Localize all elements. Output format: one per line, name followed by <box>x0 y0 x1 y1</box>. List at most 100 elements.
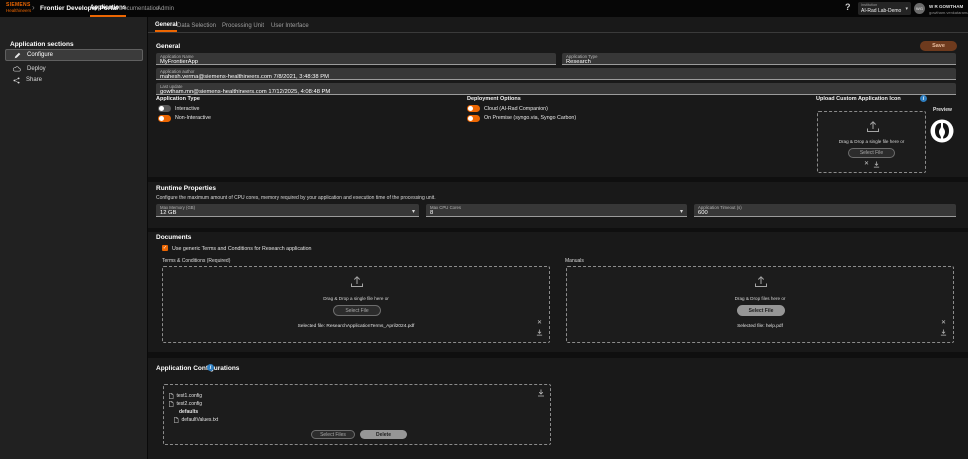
toggle-label: Interactive <box>175 106 199 112</box>
non-interactive-toggle[interactable] <box>158 115 171 122</box>
section-divider <box>148 177 968 182</box>
tab-data-selection[interactable]: Data Selection <box>177 19 216 32</box>
upload-icon <box>754 275 768 288</box>
config-file-row[interactable]: test1.config <box>169 393 202 399</box>
on-premise-toggle[interactable] <box>467 115 480 122</box>
sidebar: Application sections Configure Deploy Sh… <box>0 17 148 459</box>
brand-logo-sub: Healthineers <box>6 8 31 13</box>
tab-general[interactable]: General <box>155 19 177 32</box>
toggle-label: Cloud (AI-Rad Companion) <box>484 106 548 112</box>
application-timeout-field[interactable]: Application Timeout (s) 600 <box>694 204 956 217</box>
config-file-row[interactable]: test2.config <box>169 401 202 407</box>
icon-upload-dropzone[interactable]: Drag & Drop a single file here or Select… <box>817 111 926 173</box>
documents-heading: Documents <box>156 234 191 241</box>
chevron-down-icon: ▾ <box>680 208 683 215</box>
select-file-button[interactable]: Select File <box>333 305 381 316</box>
drag-drop-text: Drag & Drop a single file here or <box>818 139 925 144</box>
drag-drop-text: Drag & Drop files here or <box>567 296 953 301</box>
manuals-label: Manuals <box>565 258 584 264</box>
selected-file-text: Selected file: help.pdf <box>567 324 953 329</box>
sidebar-item-label: Deploy <box>27 66 46 72</box>
pencil-icon <box>14 52 21 59</box>
top-bar: SIEMENS Healthineers › Frontier Develope… <box>0 0 968 17</box>
upload-icon <box>350 275 364 288</box>
manuals-dropzone[interactable]: Drag & Drop files here or Select File Se… <box>566 266 954 343</box>
terms-dropzone[interactable]: Drag & Drop a single file here or Select… <box>162 266 550 343</box>
tab-user-interface[interactable]: User Interface <box>271 19 309 32</box>
upload-icon <box>866 120 880 133</box>
drag-drop-text: Drag & Drop a single file here or <box>163 296 549 301</box>
generic-terms-checkbox[interactable]: ✓ <box>162 245 168 251</box>
field-value: 600 <box>698 210 952 217</box>
share-icon <box>13 77 20 84</box>
remove-file-icon[interactable]: ✕ <box>537 320 542 326</box>
field-value: 12 GB <box>160 210 415 217</box>
generic-terms-label: Use generic Terms and Conditions for Res… <box>172 246 311 252</box>
tab-processing-unit[interactable]: Processing Unit <box>222 19 264 32</box>
sidebar-item-label: Configure <box>27 52 53 58</box>
download-icon[interactable] <box>537 389 545 397</box>
application-name-field[interactable]: Application Name MyFrontierApp <box>156 53 556 65</box>
application-author-field: Application author mahesh.verma@siemens-… <box>156 68 956 80</box>
toggle-label: On Premise (syngo.via, Syngo Carbon) <box>484 115 576 121</box>
save-button[interactable]: Save <box>920 41 957 51</box>
file-icon <box>169 401 174 407</box>
max-memory-select[interactable]: Max Memory (GB) 12 GB ▾ <box>156 204 419 217</box>
selected-file-text: Selected file: ResearchApplicationTerms_… <box>163 324 549 329</box>
info-icon[interactable]: i <box>207 364 214 371</box>
cloud-toggle[interactable] <box>467 105 480 112</box>
toggle-label: Non-Interactive <box>175 115 211 121</box>
file-icon <box>174 417 179 423</box>
institution-select[interactable]: Institution AI-Rad Lab-Demo ▾ <box>858 2 911 15</box>
runtime-heading: Runtime Properties <box>156 185 216 192</box>
deployment-options-title: Deployment Options <box>467 96 521 102</box>
section-divider <box>148 352 968 358</box>
runtime-description: Configure the maximum amount of CPU core… <box>156 195 436 201</box>
sidebar-item-configure[interactable]: Configure <box>5 49 143 61</box>
nav-documentation[interactable]: Documentation <box>119 0 159 17</box>
configurations-dropzone[interactable]: test1.config test2.config defaults defau… <box>163 384 551 445</box>
select-file-button[interactable]: Select File <box>737 305 785 316</box>
cloud-icon <box>13 66 21 72</box>
config-file-name: defaultValues.txt <box>182 417 219 423</box>
remove-file-icon[interactable]: ✕ <box>941 320 946 326</box>
select-files-button[interactable]: Select Files <box>311 430 355 439</box>
select-file-button[interactable]: Select File <box>848 148 895 158</box>
preview-label: Preview <box>933 107 952 113</box>
avatar[interactable]: WG <box>914 3 925 14</box>
nav-admin[interactable]: Admin <box>157 0 174 17</box>
sidebar-item-share[interactable]: Share <box>5 74 143 86</box>
max-cpu-cores-select[interactable]: Max CPU Cores 8 ▾ <box>426 204 687 217</box>
field-value: Research <box>566 59 952 66</box>
chevron-down-icon: ▾ <box>905 6 908 12</box>
config-folder-row[interactable]: defaults <box>179 409 198 415</box>
help-icon[interactable]: ? <box>845 2 851 12</box>
last-update-field: Last update gowtham.mn@siemens-healthine… <box>156 83 956 95</box>
general-heading: General <box>156 43 180 50</box>
download-icon[interactable] <box>873 161 880 168</box>
interactive-toggle[interactable] <box>158 105 171 112</box>
config-folder-name: defaults <box>179 409 198 415</box>
delete-button[interactable]: Delete <box>360 430 407 439</box>
remove-file-icon[interactable]: ✕ <box>864 161 869 167</box>
institution-value: AI-Rad Lab-Demo <box>861 8 908 14</box>
field-value: gowtham.mn@siemens-healthineers.com 17/1… <box>160 89 952 96</box>
info-icon[interactable]: i <box>920 95 927 102</box>
terms-label: Terms & Conditions (Required) <box>162 258 230 264</box>
download-icon[interactable] <box>940 329 947 336</box>
config-file-row[interactable]: defaultValues.txt <box>174 417 218 423</box>
field-value: 8 <box>430 210 683 217</box>
download-icon[interactable] <box>536 329 543 336</box>
config-file-name: test2.config <box>177 401 203 407</box>
icon-upload-title: Upload Custom Application Icon <box>816 96 901 102</box>
breadcrumb-chevron-icon: › <box>32 3 35 12</box>
section-divider <box>148 228 968 232</box>
config-file-name: test1.config <box>177 393 203 399</box>
configurations-heading: Application Configurations <box>156 365 239 372</box>
field-value: MyFrontierApp <box>160 59 552 66</box>
sidebar-item-label: Share <box>26 77 42 83</box>
application-type-title: Application Type <box>156 96 200 102</box>
field-value: mahesh.verma@siemens-healthineers.com 7/… <box>160 74 952 81</box>
application-type-field[interactable]: Application Type Research <box>562 53 956 65</box>
sidebar-header: Application sections <box>10 41 74 48</box>
